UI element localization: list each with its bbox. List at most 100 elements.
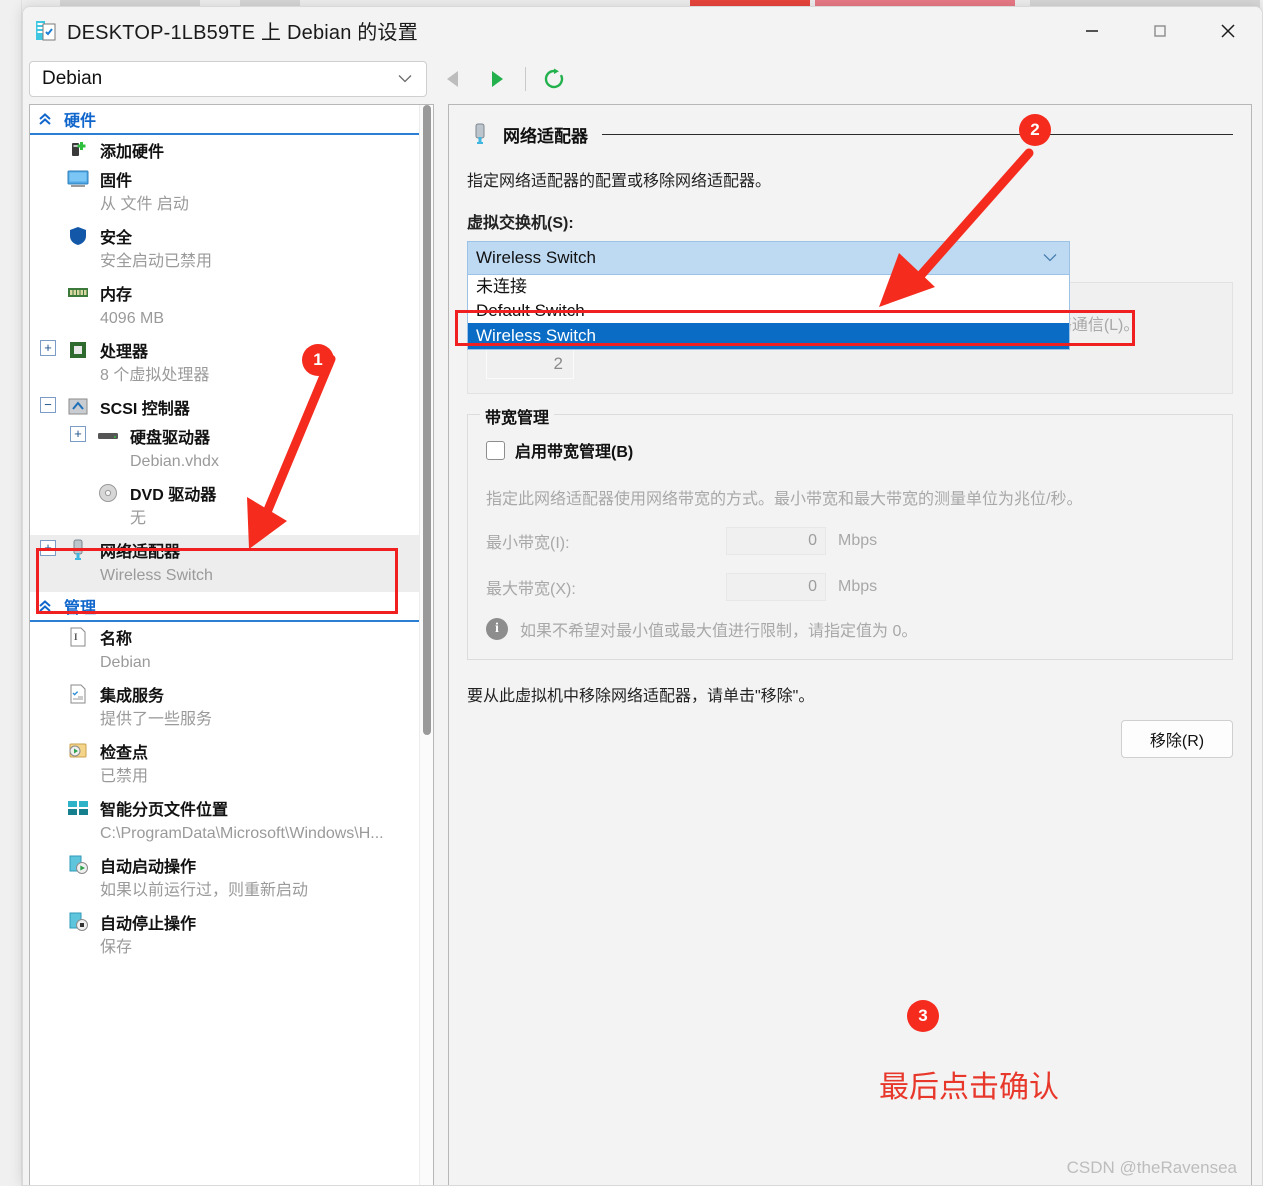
- expander-toggle[interactable]: +: [40, 340, 56, 356]
- minimum-bandwidth-label: 最小带宽(I):: [486, 535, 570, 552]
- expander-toggle[interactable]: −: [40, 397, 56, 413]
- tree-label: SCSI 控制器: [100, 400, 190, 418]
- tree-item-checkpoints[interactable]: 检查点 已禁用: [30, 736, 433, 793]
- annotation-note: 最后点击确认: [879, 1070, 1059, 1105]
- enable-bandwidth-checkbox[interactable]: [486, 440, 505, 460]
- forward-button[interactable]: [479, 62, 515, 96]
- tree-sublabel: 4096 MB: [100, 310, 165, 327]
- settings-vm-icon: [35, 19, 57, 43]
- panel-title: 网络适配器: [503, 126, 588, 146]
- tree-label: 处理器: [100, 343, 149, 361]
- chevron-down-icon: [398, 75, 412, 84]
- background-desktop-strip: [0, 0, 22, 1186]
- window-title: DESKTOP-1LB59TE 上 Debian 的设置: [67, 22, 418, 44]
- bandwidth-info-row: i 如果不希望对最小值或最大值进行限制，请指定值为 0。: [486, 617, 1214, 641]
- tree-item-security[interactable]: 安全 安全启动已禁用: [30, 221, 433, 278]
- vlan-id-input[interactable]: 2: [486, 349, 574, 379]
- expander-toggle[interactable]: +: [40, 540, 56, 556]
- tree-sublabel: 已禁用: [100, 768, 149, 785]
- vm-selector-combobox[interactable]: Debian: [29, 61, 427, 97]
- chevron-up-icon: [38, 599, 52, 613]
- tree-item-firmware[interactable]: 固件 从 文件 启动: [30, 164, 433, 221]
- bandwidth-info-text: 如果不希望对最小值或最大值进行限制，请指定值为 0。: [520, 623, 918, 640]
- section-title-hardware: 硬件: [64, 113, 97, 130]
- tree-item-name[interactable]: I 名称 Debian: [30, 622, 433, 679]
- maximum-bandwidth-row: 最大带宽(X): 0 Mbps: [486, 573, 1214, 601]
- refresh-button[interactable]: [536, 62, 572, 96]
- settings-tree[interactable]: 硬件 添加硬件 固件 从 文件 启动 安全 安全启动已禁用 内存 4096 MB…: [29, 104, 434, 1185]
- maximize-button[interactable]: [1126, 7, 1194, 54]
- tree-label: 网络适配器: [100, 543, 181, 561]
- automatic-start-icon: [66, 854, 90, 876]
- tree-label: 自动启动操作: [100, 858, 197, 876]
- tree-label: 内存: [100, 286, 133, 304]
- toolbar-separator: [525, 67, 526, 91]
- tree-item-smart-paging[interactable]: 智能分页文件位置 C:\ProgramData\Microsoft\Window…: [30, 793, 433, 850]
- bandwidth-description: 指定此网络适配器使用网络带宽的方式。最小带宽和最大带宽的测量单位为兆位/秒。: [486, 491, 1083, 508]
- remove-description: 要从此虚拟机中移除网络适配器，请单击"移除"。: [467, 688, 815, 705]
- network-adapter-icon: [66, 539, 90, 561]
- section-header-hardware[interactable]: 硬件: [30, 105, 433, 135]
- tree-label: 添加硬件: [100, 143, 165, 161]
- tree-label: 硬盘驱动器: [130, 429, 211, 447]
- tree-sublabel: Wireless Switch: [66, 564, 433, 592]
- back-button[interactable]: [435, 62, 471, 96]
- toolbar: Debian: [23, 54, 1262, 104]
- smart-paging-icon: [66, 797, 90, 819]
- maximum-bandwidth-input[interactable]: 0: [726, 573, 826, 601]
- network-adapter-icon: [467, 122, 493, 146]
- annotation-arrow-2: [879, 148, 1034, 307]
- maximum-bandwidth-unit: Mbps: [838, 578, 878, 595]
- tree-label: 自动停止操作: [100, 915, 197, 933]
- tree-scrollbar-thumb[interactable]: [423, 105, 431, 735]
- enable-bandwidth-label: 启用带宽管理(B): [515, 444, 634, 461]
- annotation-badge-1: 1: [302, 344, 334, 376]
- tree-item-add-hardware[interactable]: 添加硬件: [30, 135, 433, 164]
- section-header-management[interactable]: 管理: [30, 592, 433, 622]
- tree-label: 安全: [100, 229, 133, 247]
- forward-triangle-icon: [488, 69, 506, 89]
- tree-sublabel: Debian: [100, 654, 151, 671]
- remove-button-row: 移除(R): [467, 720, 1233, 758]
- tree-scrollbar[interactable]: [419, 105, 433, 1185]
- remove-button[interactable]: 移除(R): [1121, 720, 1233, 758]
- memory-icon: [66, 282, 90, 304]
- tree-sublabel: C:\ProgramData\Microsoft\Windows\H...: [100, 825, 384, 842]
- annotation-badge-3: 3: [907, 1000, 939, 1032]
- svg-text:I: I: [74, 632, 78, 642]
- virtual-switch-value: Wireless Switch: [476, 248, 596, 267]
- annotation-badge-2: 2: [1019, 114, 1051, 146]
- back-triangle-icon: [444, 69, 462, 89]
- caption-buttons: [1058, 7, 1262, 54]
- bandwidth-management-group: 带宽管理 启用带宽管理(B) 指定此网络适配器使用网络带宽的方式。最小带宽和最大…: [467, 404, 1233, 660]
- tree-item-memory[interactable]: 内存 4096 MB: [30, 278, 433, 335]
- tree-item-automatic-start-action[interactable]: 自动启动操作 如果以前运行过，则重新启动: [30, 850, 433, 907]
- refresh-icon: [543, 68, 565, 90]
- hard-drive-icon: [96, 425, 120, 447]
- minimize-button[interactable]: [1058, 7, 1126, 54]
- dropdown-option-wireless-switch[interactable]: Wireless Switch: [468, 323, 1069, 349]
- tree-item-automatic-stop-action[interactable]: 自动停止操作 保存: [30, 907, 433, 964]
- expander-toggle[interactable]: +: [70, 426, 86, 442]
- automatic-stop-icon: [66, 911, 90, 933]
- close-button[interactable]: [1194, 7, 1262, 54]
- tree-label: 名称: [100, 630, 133, 648]
- tree-sublabel: 安全启动已禁用: [100, 253, 213, 270]
- integration-services-icon: [66, 683, 90, 705]
- add-hardware-icon: [66, 139, 90, 161]
- tree-sublabel: 提供了一些服务: [100, 711, 213, 728]
- bandwidth-group-title: 带宽管理: [480, 404, 555, 428]
- minimum-bandwidth-input[interactable]: 0: [726, 527, 826, 555]
- enable-bandwidth-row[interactable]: 启用带宽管理(B): [486, 437, 1214, 463]
- tree-label: 固件: [100, 172, 133, 190]
- chevron-up-icon: [38, 112, 52, 126]
- minimum-bandwidth-row: 最小带宽(I): 0 Mbps: [486, 527, 1214, 555]
- firmware-monitor-icon: [66, 168, 90, 190]
- title-bar: DESKTOP-1LB59TE 上 Debian 的设置: [23, 7, 1262, 54]
- tree-sublabel: 从 文件 启动: [100, 196, 189, 213]
- processor-icon: [66, 339, 90, 361]
- tree-item-integration-services[interactable]: 集成服务 提供了一些服务: [30, 679, 433, 736]
- name-tag-icon: I: [66, 626, 90, 648]
- watermark: CSDN @theRavensea: [1066, 1158, 1237, 1177]
- annotation-arrow-1: [247, 354, 336, 549]
